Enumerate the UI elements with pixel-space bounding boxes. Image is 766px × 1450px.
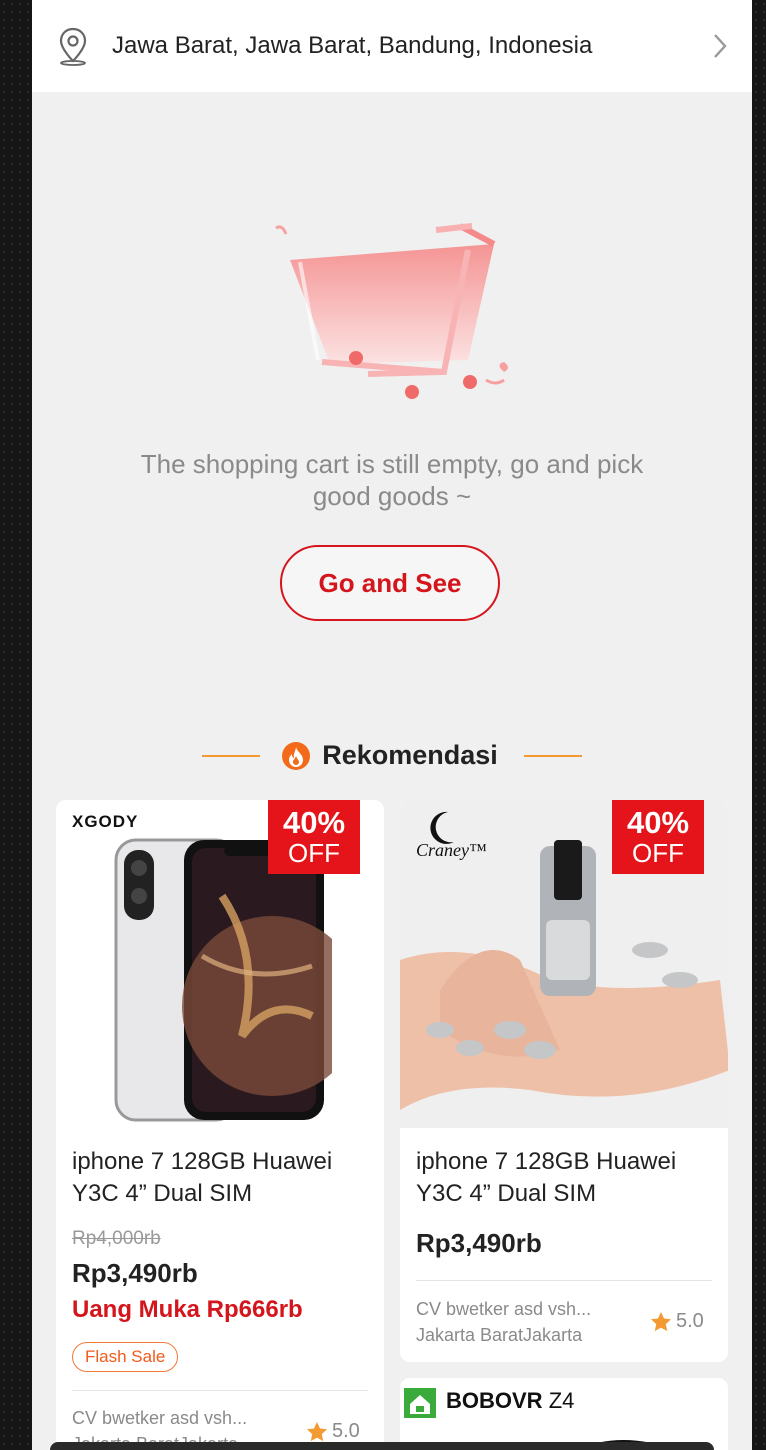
card-divider	[416, 1280, 712, 1281]
fire-icon	[282, 741, 311, 770]
product-card[interactable]: BOBOVR Z4	[400, 1378, 728, 1450]
location-pin-icon	[59, 27, 87, 66]
rating-value: 5.0	[332, 1420, 360, 1442]
original-price: Rp4,000rb	[72, 1228, 161, 1249]
recommendation-header: Rekomendasi	[32, 740, 752, 771]
discount-off-label: OFF	[632, 838, 684, 868]
phone-product-image	[114, 838, 332, 1122]
address-bar[interactable]: Jawa Barat, Jawa Barat, Bandung, Indones…	[32, 0, 752, 92]
cart-screen: Jawa Barat, Jawa Barat, Bandung, Indones…	[32, 0, 752, 1450]
product-rating: 5.0	[650, 1310, 704, 1333]
flash-sale-tag: Flash Sale	[72, 1342, 179, 1372]
brand-model: Z4	[548, 1388, 575, 1413]
seller-info: CV bwetker asd vsh... Jakarta BaratJakar…	[416, 1296, 591, 1348]
seller-name: CV bwetker asd vsh...	[416, 1299, 592, 1319]
discount-badge: 40% OFF	[268, 800, 360, 874]
product-name: iphone 7 128GB Huawei Y3C 4” Dual SIM	[72, 1148, 333, 1207]
divider-left	[202, 754, 261, 757]
product-card[interactable]: XGODY 40% OFF iphone 7 128GB Huawei Y3C …	[56, 800, 384, 1450]
product-image: Craney™ 40% OFF	[400, 800, 728, 1128]
chevron-right-icon	[714, 34, 727, 58]
product-rating: 5.0	[306, 1420, 360, 1443]
system-nav-bar	[50, 1442, 714, 1450]
home-logo-icon	[404, 1388, 436, 1418]
nail-polish-image	[400, 840, 728, 1110]
product-price: Rp3,490rb	[416, 1228, 542, 1258]
empty-cart-message: The shopping cart is still empty, go and…	[140, 449, 644, 511]
star-icon	[307, 1421, 327, 1441]
address-text: Jawa Barat, Jawa Barat, Bandung, Indones…	[112, 32, 593, 59]
product-name: iphone 7 128GB Huawei Y3C 4” Dual SIM	[416, 1148, 677, 1207]
brand-name: BOBOVR	[446, 1388, 543, 1413]
product-image: XGODY 40% OFF	[56, 800, 384, 1128]
discount-badge: 40% OFF	[612, 800, 704, 874]
brand-logo: BOBOVR Z4	[446, 1388, 574, 1414]
brand-logo: XGODY	[72, 812, 139, 831]
recommendation-title: Rekomendasi	[322, 740, 498, 770]
divider-right	[523, 754, 582, 757]
star-icon	[651, 1311, 671, 1331]
product-price: Rp3,490rb	[72, 1258, 198, 1288]
card-divider	[72, 1390, 368, 1391]
discount-percent: 40%	[282, 805, 346, 840]
discount-off-label: OFF	[288, 838, 340, 868]
seller-location: Jakarta BaratJakarta	[416, 1325, 583, 1345]
down-payment: Uang Muka Rp666rb	[72, 1296, 303, 1323]
discount-percent: 40%	[626, 805, 690, 840]
empty-cart-illustration	[275, 223, 508, 399]
seller-name: CV bwetker asd vsh...	[72, 1408, 248, 1428]
rating-value: 5.0	[676, 1310, 704, 1332]
product-card[interactable]: Craney™ 40% OFF iphone 7 128GB Huawei Y3…	[400, 800, 728, 1362]
go-and-see-button[interactable]: Go and See	[280, 545, 500, 621]
